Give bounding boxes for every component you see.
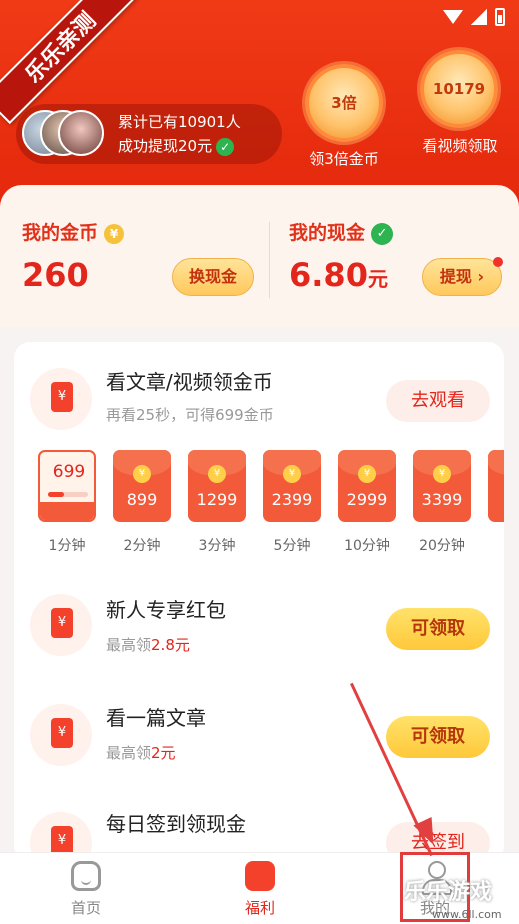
packet-item[interactable]: ¥1299 3分钟 — [188, 450, 246, 555]
gift-icon — [245, 861, 275, 891]
packet-box: 699 — [38, 450, 96, 522]
packet-label: 20分钟 — [419, 538, 465, 554]
task-icon: ¥ — [30, 368, 92, 430]
coin-icon: ¥ — [208, 465, 226, 483]
packet-amount: 2399 — [271, 490, 313, 509]
packet-label: 4 — [488, 535, 504, 551]
avatar — [58, 110, 104, 156]
triple-coin-value: 3倍 — [331, 94, 357, 112]
cash-label: 我的现金 ✓ — [289, 218, 394, 245]
packet-box: ¥3399 — [413, 450, 471, 522]
packet-box: ¥2999 — [338, 450, 396, 522]
promo-banner: 累计已有10901人 成功提现20元 ✓ — [16, 104, 282, 164]
claim-article-button[interactable]: 可领取 — [386, 716, 490, 758]
task-title-newbie: 新人专享红包 — [106, 598, 226, 622]
promo-text: 累计已有10901人 成功提现20元 ✓ — [118, 110, 241, 158]
battery-icon — [495, 8, 505, 26]
triple-coin-badge[interactable]: 3倍 — [305, 64, 383, 142]
withdraw-label: 提现 › — [439, 267, 485, 286]
coins-label: 我的金币 ¥ — [22, 218, 125, 245]
coin-icon: ¥ — [433, 465, 451, 483]
packet-amount: 1299 — [196, 490, 238, 509]
exchange-button[interactable]: 换现金 — [172, 258, 254, 296]
newbie-sub-value: 2.8元 — [151, 636, 190, 654]
packet-label: 1分钟 — [48, 538, 86, 554]
coin-icon: ¥ — [133, 465, 151, 483]
coins-value: 260 — [22, 256, 89, 294]
cash-value: 6.80元 — [289, 256, 388, 294]
packet-amount: 2999 — [346, 490, 388, 509]
wallet-divider — [269, 222, 270, 298]
watermark: 乐乐游戏 — [404, 880, 493, 905]
wechat-pay-icon: ✓ — [371, 222, 394, 245]
packet-box: ¥1299 — [188, 450, 246, 522]
red-envelope-icon: ¥ — [51, 382, 73, 412]
packet-item[interactable]: ¥2399 5分钟 — [263, 450, 321, 555]
red-envelope-icon: ¥ — [51, 608, 73, 638]
promo-line-2-text: 成功提现20元 — [118, 137, 213, 155]
packet-item[interactable]: ¥3399 20分钟 — [413, 450, 471, 555]
claim-newbie-button[interactable]: 可领取 — [386, 608, 490, 650]
cash-value-number: 6.80 — [289, 256, 368, 294]
red-envelope-icon: ¥ — [51, 718, 73, 748]
packet-amount: 3399 — [421, 490, 463, 509]
task-title-article: 看一篇文章 — [106, 706, 206, 730]
home-icon — [71, 861, 101, 891]
coin-icon: ¥ — [104, 223, 125, 244]
cash-label-text: 我的现金 — [289, 222, 366, 244]
article-sub-value: 2元 — [151, 744, 176, 762]
triple-coin-caption: 领3倍金币 — [309, 150, 379, 168]
status-bar — [443, 8, 505, 26]
task-title-watch: 看文章/视频领金币 — [106, 370, 273, 394]
packet-item[interactable]: 4 — [488, 450, 504, 551]
wechat-check-icon: ✓ — [216, 137, 235, 156]
task-subtitle-watch: 再看25秒，可得699金币 — [106, 406, 274, 424]
task-subtitle-article: 最高领2元 — [106, 742, 176, 763]
video-coin-value: 10179 — [432, 80, 486, 98]
task-icon: ¥ — [30, 704, 92, 766]
video-coin-caption: 看视频领取 — [422, 137, 498, 155]
article-sub-prefix: 最高领 — [106, 744, 152, 762]
packet-base — [40, 502, 94, 520]
nav-welfare[interactable]: 福利 — [210, 861, 310, 918]
task-icon: ¥ — [30, 594, 92, 656]
watermark-url: www.6ll.com — [432, 908, 502, 921]
cash-unit: 元 — [367, 267, 388, 291]
packet-flap — [488, 450, 504, 476]
packet-progress — [48, 492, 88, 497]
packet-progress-fill — [48, 492, 64, 497]
nav-welfare-label: 福利 — [244, 899, 275, 917]
coins-label-text: 我的金币 — [22, 222, 99, 244]
task-subtitle-newbie: 最高领2.8元 — [106, 634, 190, 655]
nav-home[interactable]: 首页 — [36, 861, 136, 918]
task-card: ¥ 看文章/视频领金币 再看25秒，可得699金币 去观看 699 1分钟 ¥8… — [14, 342, 504, 862]
packet-item[interactable]: ¥2999 10分钟 — [338, 450, 396, 555]
packet-row: 699 1分钟 ¥899 2分钟 ¥1299 3分钟 ¥2399 5分钟 ¥29… — [38, 450, 504, 560]
coin-icon: ¥ — [358, 465, 376, 483]
withdraw-button[interactable]: 提现 › — [422, 257, 503, 296]
packet-amount: 699 — [52, 462, 86, 482]
packet-box — [488, 450, 504, 522]
video-coin-badge[interactable]: 10179 — [420, 50, 498, 128]
packet-label: 10分钟 — [344, 538, 390, 554]
promo-line-1: 累计已有10901人 — [118, 113, 241, 131]
coin-icon: ¥ — [283, 465, 301, 483]
packet-box: ¥899 — [113, 450, 171, 522]
packet-label: 5分钟 — [273, 538, 311, 554]
watch-button[interactable]: 去观看 — [386, 380, 490, 422]
promo-line-2: 成功提现20元 ✓ — [118, 134, 241, 158]
avatar-group — [22, 108, 108, 160]
nav-home-label: 首页 — [70, 899, 101, 917]
wifi-icon — [443, 10, 463, 24]
packet-box: ¥2399 — [263, 450, 321, 522]
notification-dot — [493, 257, 503, 267]
packet-item[interactable]: 699 1分钟 — [38, 450, 96, 555]
packet-amount: 899 — [126, 490, 158, 509]
task-title-checkin: 每日签到领现金 — [106, 812, 246, 836]
packet-label: 2分钟 — [123, 538, 161, 554]
packet-label: 3分钟 — [198, 538, 236, 554]
packet-item[interactable]: ¥899 2分钟 — [113, 450, 171, 555]
signal-icon — [471, 9, 487, 25]
newbie-sub-prefix: 最高领 — [106, 636, 152, 654]
